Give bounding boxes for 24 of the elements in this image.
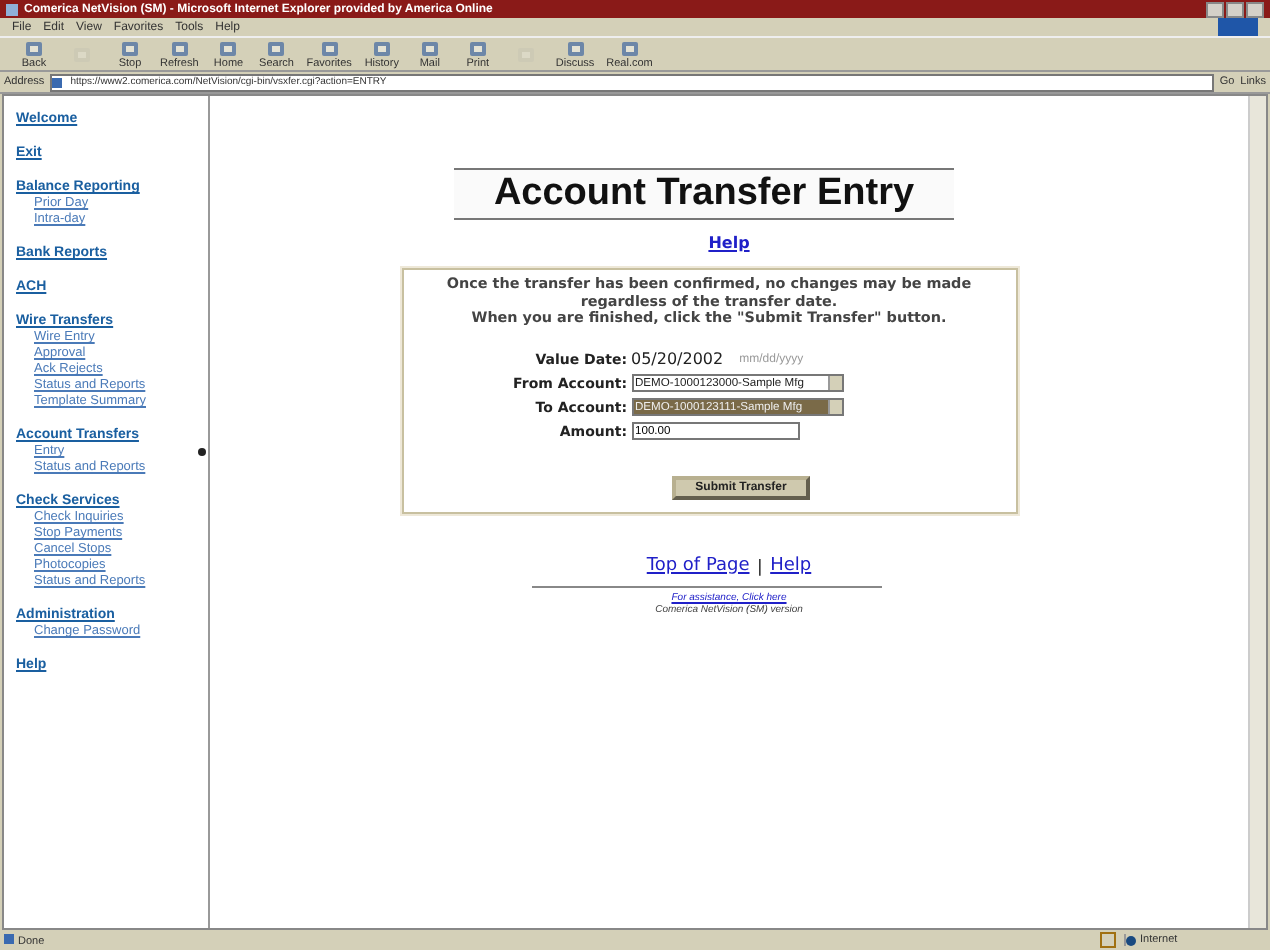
top-of-page-link[interactable]: Top of Page [646,555,750,575]
toolbar-icon [167,39,192,57]
browser-icon [6,3,18,15]
minimize-button[interactable] [1206,1,1224,17]
maximize-button[interactable] [1226,1,1244,17]
close-button[interactable] [1246,1,1264,17]
toolbar-icon [317,39,342,57]
toolbar-icon [563,39,588,57]
toolbar-icon [465,39,490,57]
help-link[interactable]: Help [770,555,812,575]
toolbar-icon [264,39,289,57]
toolbar-icon [22,39,46,57]
toolbar-icon [417,39,442,57]
value-date-text: 05/20/2002 [631,350,724,368]
toolbar-icon [369,39,394,57]
toolbar-icon [216,39,241,57]
scrollbar[interactable] [1248,96,1266,928]
current-marker-icon [198,448,206,456]
toolbar-icon [617,39,642,57]
page-icon [52,77,63,87]
toolbar-icon [118,39,142,57]
help-link[interactable]: Help [708,234,750,252]
page-title: Account Transfer Entry [491,172,917,216]
separator-text: | [757,555,763,575]
